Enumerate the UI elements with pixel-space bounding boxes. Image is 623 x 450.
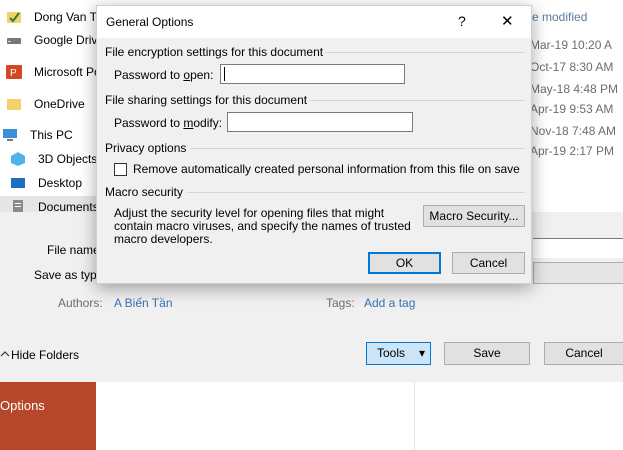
powerpoint-icon: P bbox=[6, 64, 24, 80]
nav-item-this-pc[interactable]: This PC bbox=[0, 124, 98, 146]
nav-item-label: Google Driv bbox=[34, 33, 98, 47]
nav-item-label: Desktop bbox=[38, 176, 83, 190]
desktop-icon bbox=[10, 175, 28, 191]
file-date: Apr-19 9:53 AM bbox=[530, 102, 614, 116]
dialog-titlebar: General Options ? ✕ bbox=[97, 6, 531, 38]
file-date: Apr-19 2:17 PM bbox=[530, 144, 615, 158]
nav-item-label: This PC bbox=[30, 128, 73, 142]
nav-item-microsoft-powerpoint[interactable]: P Microsoft Pov bbox=[0, 61, 98, 83]
macro-description-line: macro developers. bbox=[114, 232, 213, 246]
sharing-section-heading: File sharing settings for this document bbox=[105, 93, 308, 107]
svg-text:P: P bbox=[10, 68, 17, 79]
file-date: May-18 4:48 PM bbox=[530, 82, 619, 96]
file-list: Mar-19 10:20 A Oct-17 8:30 AM May-18 4:4… bbox=[528, 30, 623, 180]
divider bbox=[190, 148, 525, 149]
folder-icon bbox=[6, 96, 24, 112]
privacy-checkbox[interactable] bbox=[114, 163, 127, 176]
cube-icon bbox=[10, 151, 28, 167]
macro-description-line: Adjust the security level for opening fi… bbox=[114, 206, 385, 220]
tags-value[interactable]: Add a tag bbox=[364, 296, 415, 310]
macro-description-line: contain macro viruses, and specify the n… bbox=[114, 219, 411, 233]
nav-item-desktop[interactable]: Desktop bbox=[0, 172, 98, 194]
hide-folders-label: Hide Folders bbox=[11, 348, 80, 362]
text-cursor bbox=[224, 67, 225, 81]
authors-label: Authors: bbox=[58, 296, 103, 310]
authors-value[interactable]: A Biến Tần bbox=[114, 296, 173, 310]
divider bbox=[187, 192, 525, 193]
password-open-input[interactable] bbox=[220, 64, 405, 84]
nav-item-3d-objects[interactable]: 3D Objects bbox=[0, 148, 98, 170]
tools-button[interactable]: Tools ▾ bbox=[366, 342, 431, 365]
macro-security-button[interactable]: Macro Security... bbox=[423, 205, 525, 227]
divider bbox=[325, 52, 525, 53]
file-name-input[interactable] bbox=[533, 238, 623, 258]
nav-item-google-drive[interactable]: Google Driv bbox=[0, 29, 98, 51]
nav-item-label: Dong Van T bbox=[34, 10, 97, 24]
password-open-label: Password to open: bbox=[114, 68, 214, 82]
date-modified-header[interactable]: e modified bbox=[532, 10, 587, 24]
save-button[interactable]: Save bbox=[444, 342, 530, 365]
password-modify-label: Password to modify: bbox=[114, 116, 223, 130]
privacy-checkbox-label[interactable]: Remove automatically created personal in… bbox=[133, 162, 520, 176]
file-date: Oct-17 8:30 AM bbox=[530, 60, 614, 74]
tags-label: Tags: bbox=[326, 296, 355, 310]
navigation-pane: Dong Van T Google Driv P Microsoft Pov O… bbox=[0, 0, 98, 230]
backstage-options[interactable]: Options bbox=[0, 398, 45, 413]
divider bbox=[414, 382, 415, 450]
nav-item-label: OneDrive bbox=[34, 97, 85, 111]
file-date: Mar-19 10:20 A bbox=[530, 38, 613, 52]
tools-label: Tools bbox=[377, 346, 406, 360]
nav-item-label: 3D Objects bbox=[38, 152, 98, 166]
cancel-button[interactable]: Cancel bbox=[544, 342, 623, 365]
dialog-title: General Options bbox=[106, 15, 194, 29]
close-icon[interactable]: ✕ bbox=[501, 12, 514, 30]
privacy-section-heading: Privacy options bbox=[105, 141, 187, 155]
backstage-content bbox=[96, 382, 623, 450]
help-icon[interactable]: ? bbox=[458, 13, 466, 29]
ok-button[interactable]: OK bbox=[368, 252, 441, 274]
dropdown-arrow-icon: ▾ bbox=[418, 346, 425, 360]
nav-item-dong-van[interactable]: Dong Van T bbox=[0, 6, 98, 28]
nav-item-label: Microsoft Pov bbox=[34, 65, 98, 79]
dialog-cancel-button[interactable]: Cancel bbox=[452, 252, 525, 274]
password-modify-input[interactable] bbox=[227, 112, 413, 132]
divider bbox=[309, 100, 525, 101]
macro-section-heading: Macro security bbox=[105, 185, 184, 199]
backstage-sidebar: Options bbox=[0, 382, 96, 450]
hide-folders-toggle[interactable]: Hide Folders bbox=[0, 348, 79, 362]
computer-icon bbox=[2, 127, 20, 143]
file-date: Nov-18 7:48 AM bbox=[530, 124, 617, 138]
save-as-type-label: Save as type bbox=[34, 268, 104, 282]
folder-check-icon bbox=[6, 9, 24, 25]
save-as-type-select[interactable] bbox=[533, 262, 623, 284]
encryption-section-heading: File encryption settings for this docume… bbox=[105, 45, 324, 59]
chevron-up-icon bbox=[0, 348, 10, 362]
nav-item-onedrive[interactable]: OneDrive bbox=[0, 93, 98, 115]
drive-icon bbox=[6, 32, 24, 48]
general-options-dialog: General Options ? ✕ File encryption sett… bbox=[96, 5, 532, 284]
file-name-label: File name bbox=[47, 243, 100, 257]
